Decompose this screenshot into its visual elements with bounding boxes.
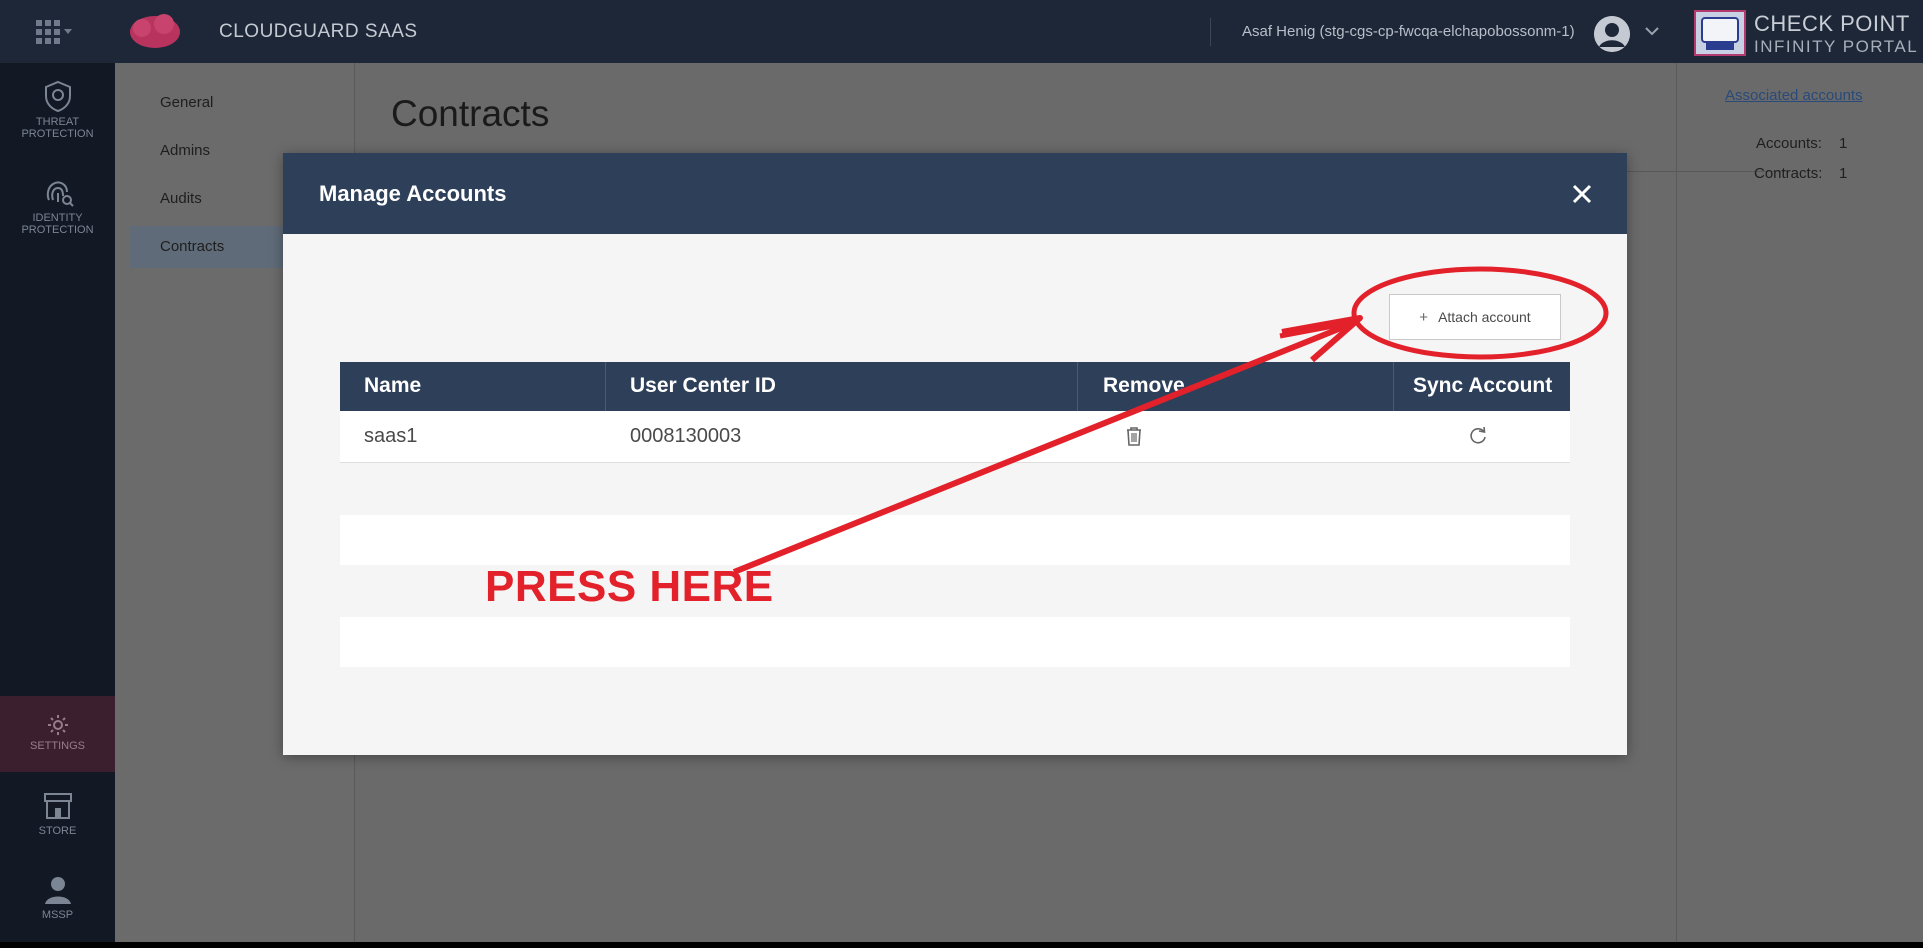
sync-icon[interactable] [1467, 425, 1489, 447]
cloudguard-saas-logo [128, 14, 182, 54]
column-header-user-center-id[interactable]: User Center ID [630, 374, 776, 398]
table-row: saas1 0008130003 [340, 411, 1570, 463]
manage-accounts-modal: Manage Accounts + Attach account Name Use… [283, 153, 1627, 755]
column-header-name[interactable]: Name [364, 374, 421, 398]
user-avatar-icon[interactable] [1594, 16, 1630, 52]
modal-header: Manage Accounts [283, 153, 1627, 234]
brand-subtitle: INFINITY PORTAL [1754, 37, 1919, 56]
contracts-value: 1 [1839, 165, 1848, 182]
nav-threat-protection[interactable]: THREAT PROTECTION [0, 80, 115, 140]
bottom-strip [0, 942, 1923, 948]
topbar-divider [1210, 18, 1211, 46]
press-here-annotation: PRESS HERE [485, 562, 774, 611]
nav-mssp[interactable]: MSSP [0, 875, 115, 921]
fingerprint-icon [46, 181, 74, 207]
nav-identity-protection[interactable]: IDENTITY PROTECTION [0, 176, 115, 236]
nav-identity-line1: IDENTITY [32, 212, 83, 224]
trash-icon[interactable] [1123, 425, 1145, 447]
nav-settings-label: SETTINGS [29, 740, 85, 752]
column-header-sync-account: Sync Account [1413, 374, 1553, 397]
accounts-value: 1 [1839, 135, 1848, 152]
user-center-id-cell: 0008130003 [630, 425, 742, 447]
column-header-remove: Remove [1103, 374, 1185, 397]
plus-icon: + [1419, 309, 1429, 326]
check-point-logo [1694, 10, 1746, 56]
left-navigation: THREAT PROTECTION IDENTITY PROTECTION SE… [0, 63, 115, 948]
user-name[interactable]: Asaf Henig (stg-cgs-cp-fwcqa-elchapoboss… [1242, 23, 1575, 40]
attach-account-label: Attach account [1438, 309, 1531, 325]
shield-icon [44, 80, 71, 112]
empty-table-row [340, 515, 1570, 565]
subnav-item-contracts[interactable]: Contracts [160, 238, 224, 255]
person-icon [44, 877, 71, 904]
right-panel-divider [1676, 63, 1677, 948]
nav-store-label: STORE [38, 825, 77, 837]
attach-account-button[interactable]: + Attach account [1389, 294, 1561, 340]
nav-store[interactable]: STORE [0, 791, 115, 837]
accounts-table-header: Name User Center ID Remove Sync Account [340, 362, 1570, 411]
accounts-label: Accounts: [1756, 135, 1822, 152]
account-name-cell: saas1 [364, 425, 418, 447]
nav-threat-line1: THREAT [35, 116, 80, 128]
modal-title: Manage Accounts [319, 181, 507, 206]
apps-grid-icon[interactable] [36, 20, 76, 46]
subnav-item-admins[interactable]: Admins [160, 142, 210, 159]
nav-identity-line2: PROTECTION [21, 224, 94, 236]
nav-mssp-label: MSSP [41, 909, 74, 921]
contracts-label: Contracts: [1754, 165, 1823, 182]
subnav-item-audits[interactable]: Audits [160, 190, 202, 207]
app-title: CLOUDGUARD SAAS [219, 21, 418, 42]
page-title: Contracts [391, 93, 550, 134]
top-bar: CLOUDGUARD SAAS Asaf Henig (stg-cgs-cp-f… [0, 0, 1923, 63]
store-icon [43, 793, 72, 819]
close-icon[interactable] [1571, 183, 1593, 205]
subnav-item-general[interactable]: General [160, 94, 213, 111]
chevron-down-icon[interactable] [1644, 24, 1660, 36]
column-divider [1077, 362, 1078, 411]
empty-table-row [340, 617, 1570, 667]
associated-accounts-link[interactable]: Associated accounts [1725, 87, 1863, 104]
gear-icon [47, 715, 68, 735]
column-divider [605, 362, 606, 411]
nav-threat-line2: PROTECTION [21, 128, 94, 140]
nav-settings[interactable]: SETTINGS [0, 696, 115, 772]
brand-name: CHECK POINT [1754, 11, 1910, 36]
column-divider [1393, 362, 1394, 411]
